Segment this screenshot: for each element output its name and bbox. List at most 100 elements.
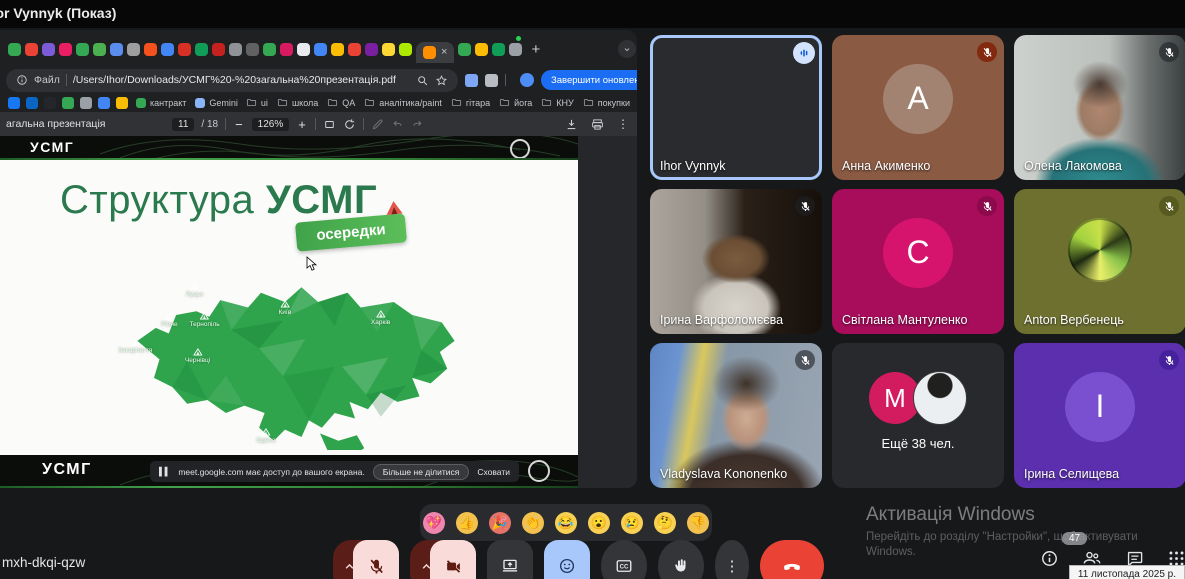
tab-favicon[interactable] [76,43,89,56]
reaction-emoji-button[interactable]: 👍 [456,512,478,534]
tab-favicon[interactable] [365,43,378,56]
bookmark-folder[interactable]: школа [277,97,318,108]
more-options-button[interactable]: ⋮ [715,540,749,579]
bookmark-favicons[interactable] [8,97,128,109]
zoom-out-button[interactable]: − [233,117,245,132]
tab-favicon[interactable] [382,43,395,56]
tab-favicon[interactable] [144,43,157,56]
fit-page-icon[interactable] [323,118,336,131]
download-icon[interactable] [565,118,578,131]
tab-favicon[interactable] [229,43,242,56]
tab-favicon[interactable] [161,43,174,56]
redo-icon[interactable] [411,118,424,131]
page-info-icon[interactable] [16,74,28,86]
bookmark-folder[interactable]: гітара [451,97,490,108]
extension-icon[interactable] [465,74,478,87]
reaction-emoji-button[interactable]: 👏 [522,512,544,534]
zoom-in-button[interactable]: + [296,117,308,132]
camera-toggle-button[interactable] [430,540,476,579]
bookmark-folder[interactable]: ui [246,97,268,108]
tab-favicon[interactable] [348,43,361,56]
pinned-tabs[interactable] [8,43,412,56]
tab-search-chevron-icon[interactable]: ⌄ [618,40,636,58]
reaction-emoji-button[interactable]: 🤔 [654,512,676,534]
bookmark-folder[interactable]: покупки [583,97,630,108]
reactions-button[interactable] [544,540,590,579]
bookmark-folder[interactable]: КНУ [541,97,573,108]
bookmark-item[interactable]: кантракт [136,98,186,108]
reaction-emoji-button[interactable]: 😮 [588,512,610,534]
participant-tile-anna-akymenko[interactable]: А Анна Акименко [832,35,1004,180]
bookmark-folders[interactable]: ui школа QA аналітика/paint [246,97,637,108]
bookmark-folder[interactable]: йога [499,97,532,108]
tab-favicon[interactable] [178,43,191,56]
undo-icon[interactable] [391,118,404,131]
tab-favicon[interactable] [280,43,293,56]
tab-favicon[interactable] [42,43,55,56]
rotate-icon[interactable] [343,118,356,131]
reaction-emoji-button[interactable]: 😢 [621,512,643,534]
participant-tile-vladyslava-kononenko[interactable]: Vladyslava Kononenko [650,343,822,488]
participant-tile-olena-lakomova[interactable]: Олена Лакомова [1014,35,1185,180]
bookmark-favicon[interactable] [26,97,38,109]
extension-icon[interactable] [485,74,498,87]
bookmark-folder[interactable]: QA [327,97,355,108]
tab-favicon[interactable] [331,43,344,56]
finish-update-button[interactable]: Завершити оновлення [541,70,637,90]
tab-favicon[interactable] [110,43,123,56]
participant-tile-iryna-varfolomieieva[interactable]: Ірина Варфоломєєва [650,189,822,334]
tab-favicon[interactable] [399,43,412,56]
reaction-emoji-button[interactable]: 🎉 [489,512,511,534]
tab-favicon[interactable] [509,43,522,56]
close-tab-icon[interactable]: × [441,47,447,58]
reaction-emoji-button[interactable]: 👎 [687,512,709,534]
bookmark-star-icon[interactable] [435,74,448,87]
annotate-pen-icon[interactable] [371,118,384,131]
participant-tile-iryna-selyshcheva[interactable]: I Ірина Селищева [1014,343,1185,488]
bookmark-folder[interactable]: аналітика/paint [364,97,442,108]
address-bar[interactable]: Файл /Users/Ihor/Downloads/УСМГ%20-%20за… [6,69,458,92]
participant-tile-svitlana-mantulenko[interactable]: С Світлана Мантуленко [832,189,1004,334]
stop-sharing-button[interactable]: Більше не ділитися [373,464,470,480]
new-tab-button[interactable]: + [526,42,545,57]
print-icon[interactable] [591,118,604,131]
tab-favicon[interactable] [195,43,208,56]
pinned-tabs-after[interactable] [458,43,522,56]
present-screen-button[interactable] [487,540,533,579]
tab-favicon[interactable] [263,43,276,56]
tab-favicon[interactable] [8,43,21,56]
tab-favicon[interactable] [297,43,310,56]
bookmark-favicon[interactable] [44,97,56,109]
bookmark-favicon[interactable] [98,97,110,109]
reaction-emoji-button[interactable]: 💖 [423,512,445,534]
reaction-emoji-button[interactable]: 😂 [555,512,577,534]
bookmark-links[interactable]: кантракт Gemini [136,98,238,108]
tab-favicon[interactable] [93,43,106,56]
hide-notice-button[interactable]: Сховати [477,467,510,477]
end-call-button[interactable] [760,540,824,579]
tab-favicon[interactable] [25,43,38,56]
captions-button[interactable] [601,540,647,579]
participant-tile-anton-verbenets[interactable]: Anton Вербенець [1014,189,1185,334]
tab-favicon[interactable] [314,43,327,56]
tab-favicon[interactable] [212,43,225,56]
mic-toggle-button[interactable] [353,540,399,579]
page-number-input[interactable]: 11 [172,118,194,131]
bookmark-favicon[interactable] [62,97,74,109]
active-tab[interactable]: × [416,42,454,63]
tab-favicon[interactable] [475,43,488,56]
tab-favicon[interactable] [458,43,471,56]
meeting-details-icon[interactable] [1040,549,1059,568]
bookmark-favicon[interactable] [116,97,128,109]
tab-favicon[interactable] [246,43,259,56]
tab-favicon[interactable] [59,43,72,56]
pdf-menu-icon[interactable]: ⋮ [617,117,629,131]
search-icon[interactable] [416,74,429,87]
tab-favicon[interactable] [492,43,505,56]
participant-tile-ihor-vynnyk[interactable]: Ihor Vynnyk [650,35,822,180]
overflow-participants-tile[interactable]: M Ещё 38 чел. [832,343,1004,488]
tab-favicon[interactable] [127,43,140,56]
url-text[interactable]: /Users/Ihor/Downloads/УСМГ%20-%20загальн… [73,74,410,86]
bookmark-favicon[interactable] [80,97,92,109]
raise-hand-button[interactable] [658,540,704,579]
